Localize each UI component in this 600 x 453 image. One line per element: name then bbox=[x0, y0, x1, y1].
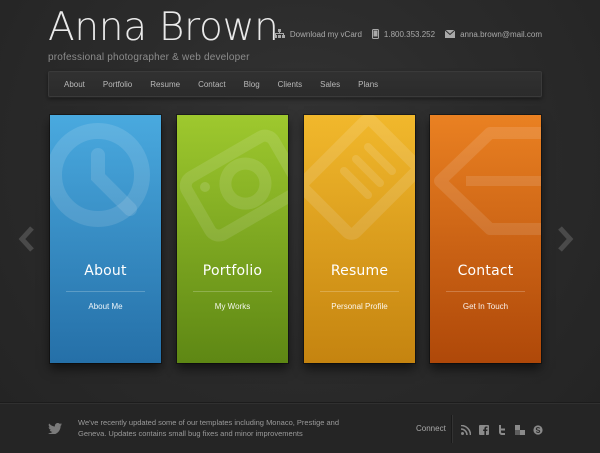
camera-icon bbox=[179, 129, 288, 242]
card-subtitle[interactable]: Get In Touch bbox=[430, 302, 541, 311]
main-nav: About Portfolio Resume Contact Blog Clie… bbox=[48, 71, 542, 97]
nav-item-resume[interactable]: Resume bbox=[150, 80, 180, 89]
footer-divider bbox=[451, 415, 452, 443]
card-subtitle[interactable]: About Me bbox=[50, 302, 161, 311]
delicious-icon[interactable] bbox=[515, 422, 525, 435]
card-divider bbox=[66, 291, 145, 292]
card-title: Portfolio bbox=[202, 263, 263, 279]
nav-item-clients[interactable]: Clients bbox=[278, 80, 302, 89]
next-arrow-icon[interactable] bbox=[556, 226, 574, 252]
twitter-bird-icon bbox=[48, 423, 62, 434]
card-divider bbox=[320, 291, 399, 292]
site-tagline: professional photographer & web develope… bbox=[48, 52, 250, 63]
nav-item-sales[interactable]: Sales bbox=[320, 80, 340, 89]
skype-icon[interactable] bbox=[533, 422, 543, 435]
social-links bbox=[460, 422, 551, 436]
document-icon bbox=[304, 115, 415, 240]
card-about[interactable]: About About Me bbox=[50, 115, 161, 363]
card-divider bbox=[193, 291, 272, 292]
tag-icon bbox=[434, 127, 541, 235]
vcard-label: Download my vCard bbox=[289, 29, 362, 39]
sitemap-icon bbox=[273, 29, 285, 38]
nav-item-about[interactable]: About bbox=[64, 80, 85, 89]
email-link[interactable]: anna.brown@mail.com bbox=[445, 30, 542, 39]
connect-label: Connect bbox=[416, 424, 446, 433]
site-name[interactable]: Anna Brown bbox=[48, 4, 279, 52]
card-title: Resume bbox=[330, 263, 389, 279]
contact-bar: Download my vCard 1.800.353.252 anna.bro… bbox=[264, 29, 542, 39]
card-title: About bbox=[84, 263, 127, 279]
rss-icon[interactable] bbox=[460, 422, 472, 436]
card-contact[interactable]: Contact Get In Touch bbox=[430, 115, 541, 363]
vcard-link[interactable]: Download my vCard bbox=[273, 29, 362, 39]
email-address: anna.brown@mail.com bbox=[460, 29, 542, 39]
mail-icon bbox=[445, 30, 456, 38]
card-title: Contact bbox=[457, 263, 514, 279]
clock-icon bbox=[50, 123, 150, 227]
page: Anna Brown professional photographer & w… bbox=[0, 0, 600, 453]
card-divider bbox=[446, 291, 525, 292]
nav-item-blog[interactable]: Blog bbox=[244, 80, 260, 89]
card-portfolio[interactable]: Portfolio My Works bbox=[177, 115, 288, 363]
footer: We've recently updated some of our templ… bbox=[0, 402, 600, 453]
brand: Anna Brown professional photographer & w… bbox=[48, 4, 279, 63]
facebook-icon[interactable] bbox=[479, 422, 489, 435]
phone-number: 1.800.353.252 bbox=[383, 29, 436, 39]
phone-item: 1.800.353.252 bbox=[371, 29, 436, 39]
nav-item-contact[interactable]: Contact bbox=[198, 80, 226, 89]
card-resume[interactable]: Resume Personal Profile bbox=[304, 115, 415, 363]
phone-icon bbox=[371, 29, 379, 39]
footer-news-text: We've recently updated some of our templ… bbox=[78, 418, 340, 438]
twitter-icon[interactable] bbox=[497, 422, 507, 435]
nav-item-plans[interactable]: Plans bbox=[358, 80, 378, 89]
nav-item-portfolio[interactable]: Portfolio bbox=[103, 80, 132, 89]
previous-arrow-icon[interactable] bbox=[18, 226, 36, 252]
card-subtitle[interactable]: Personal Profile bbox=[304, 302, 415, 311]
card-subtitle[interactable]: My Works bbox=[177, 302, 288, 311]
